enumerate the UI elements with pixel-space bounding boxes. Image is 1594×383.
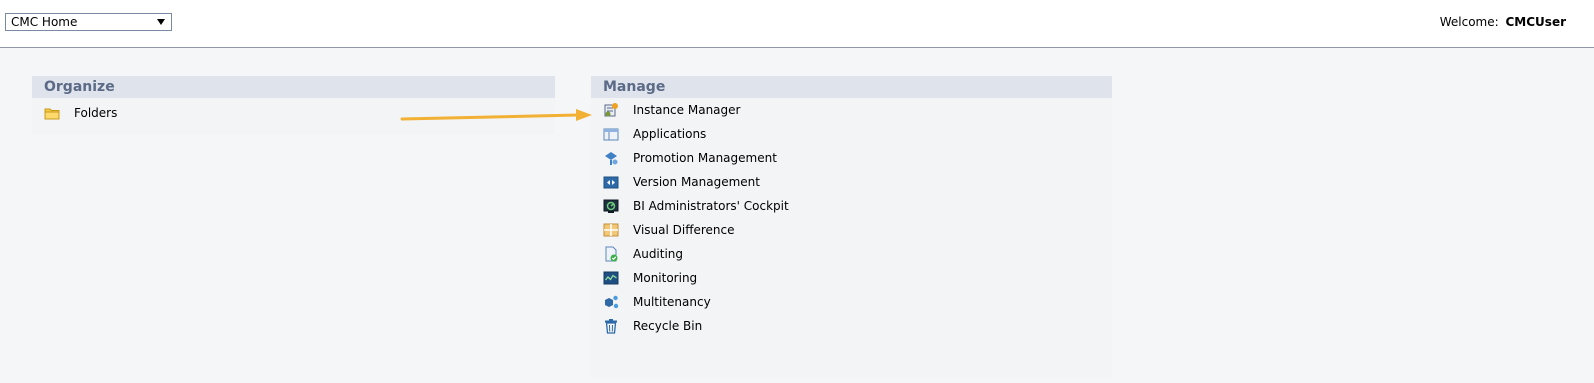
- manage-panel: Manage Instance Manager Applications Pro…: [591, 76, 1112, 378]
- folder-icon: [43, 104, 61, 122]
- manage-item-auditing[interactable]: Auditing: [591, 242, 1112, 266]
- manage-item-label: Applications: [633, 127, 707, 141]
- manage-item-label: Monitoring: [633, 271, 698, 285]
- manage-item-instance-manager[interactable]: Instance Manager: [591, 98, 1112, 122]
- recycle-bin-icon: [602, 317, 620, 335]
- dropdown-arrow-icon[interactable]: [157, 19, 165, 25]
- promotion-management-icon: [602, 149, 620, 167]
- applications-icon: [602, 125, 620, 143]
- welcome-label: Welcome:: [1439, 15, 1499, 29]
- visual-difference-icon: [602, 221, 620, 239]
- manage-item-label: Promotion Management: [633, 151, 777, 165]
- manage-item-label: Visual Difference: [633, 223, 735, 237]
- annotation-arrow-icon: [400, 109, 592, 121]
- nav-select-value: CMC Home: [11, 15, 78, 29]
- monitoring-icon: [602, 269, 620, 287]
- manage-item-recycle-bin[interactable]: Recycle Bin: [591, 314, 1112, 338]
- manage-item-label: Auditing: [633, 247, 684, 261]
- manage-item-label: Version Management: [633, 175, 760, 189]
- manage-body: Instance Manager Applications Promotion …: [591, 98, 1112, 378]
- version-management-icon: [602, 173, 620, 191]
- manage-item-label: Multitenancy: [633, 295, 711, 309]
- manage-item-multitenancy[interactable]: Multitenancy: [591, 290, 1112, 314]
- cockpit-icon: [602, 197, 620, 215]
- manage-item-applications[interactable]: Applications: [591, 122, 1112, 146]
- cmc-navigation-dropdown[interactable]: CMC Home: [5, 13, 172, 31]
- top-bar: CMC Home Welcome: CMCUser: [0, 0, 1594, 48]
- manage-header: Manage: [591, 76, 1112, 98]
- manage-item-promotion-management[interactable]: Promotion Management: [591, 146, 1112, 170]
- manage-item-label: Instance Manager: [633, 103, 741, 117]
- manage-item-bi-administrators-cockpit[interactable]: BI Administrators' Cockpit: [591, 194, 1112, 218]
- manage-item-version-management[interactable]: Version Management: [591, 170, 1112, 194]
- multitenancy-icon: [602, 293, 620, 311]
- manage-item-monitoring[interactable]: Monitoring: [591, 266, 1112, 290]
- manage-item-label: BI Administrators' Cockpit: [633, 199, 789, 213]
- manage-item-visual-difference[interactable]: Visual Difference: [591, 218, 1112, 242]
- instance-manager-icon: [602, 101, 620, 119]
- user-name: CMCUser: [1505, 15, 1567, 29]
- auditing-icon: [602, 245, 620, 263]
- welcome-message: Welcome: CMCUser: [1440, 15, 1566, 29]
- organize-item-label: Folders: [74, 106, 118, 120]
- manage-item-label: Recycle Bin: [633, 319, 703, 333]
- organize-header: Organize: [32, 76, 555, 98]
